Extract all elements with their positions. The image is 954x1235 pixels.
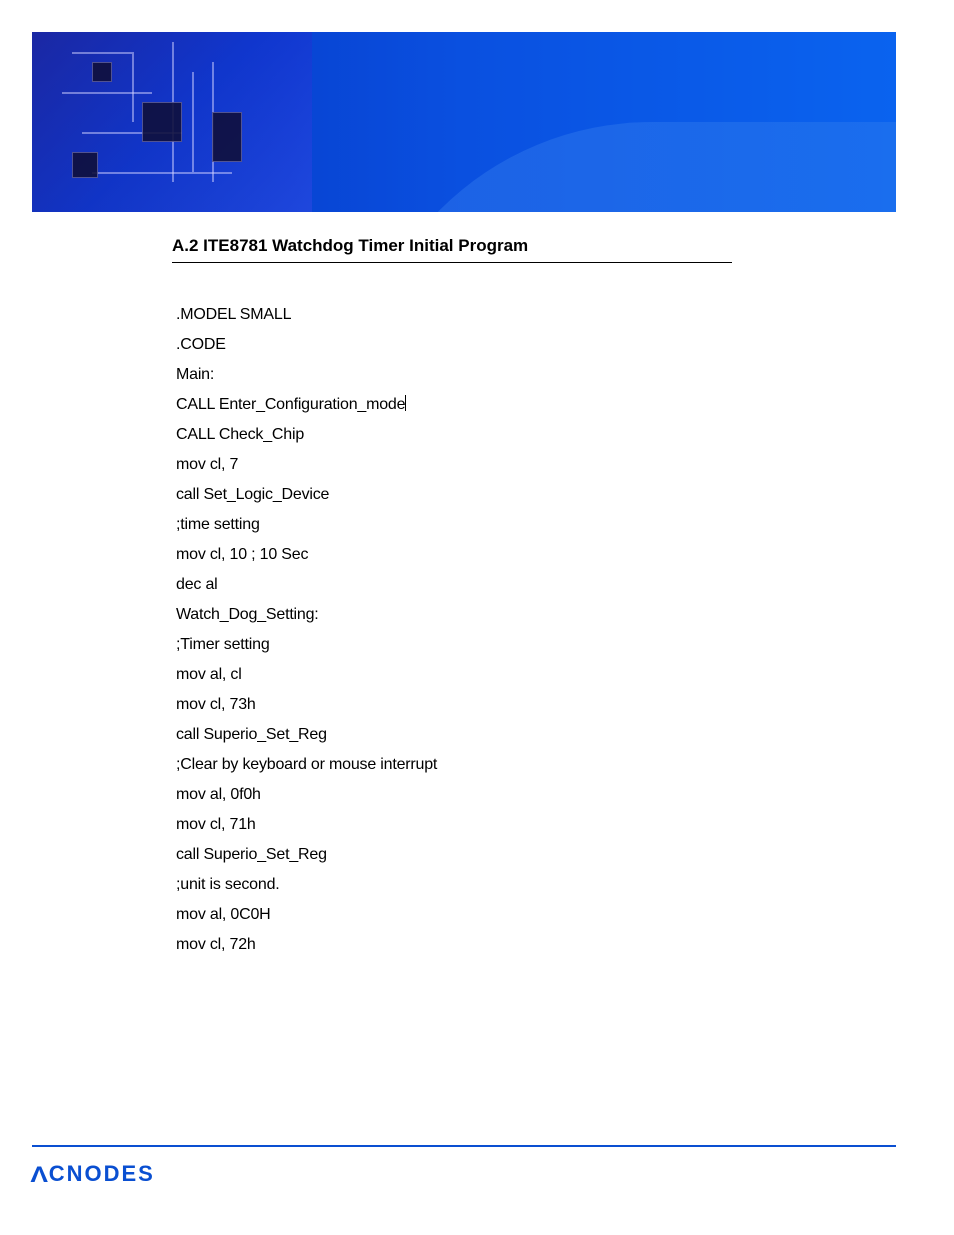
code-line: mov al, cl: [176, 660, 437, 690]
code-line: mov cl, 73h: [176, 690, 437, 720]
code-line: Watch_Dog_Setting:: [176, 600, 437, 630]
code-line: CALL Enter_Configuration_mode: [176, 390, 437, 420]
code-line: mov cl, 10 ; 10 Sec: [176, 540, 437, 570]
code-line: dec al: [176, 570, 437, 600]
code-line: mov al, 0f0h: [176, 780, 437, 810]
section-heading: A.2 ITE8781 Watchdog Timer Initial Progr…: [172, 236, 732, 263]
code-line: mov cl, 7: [176, 450, 437, 480]
code-line: Main:: [176, 360, 437, 390]
code-line: CALL Check_Chip: [176, 420, 437, 450]
banner-curve: [352, 122, 896, 212]
logo-text: CNODES: [49, 1161, 155, 1186]
code-line: ;time setting: [176, 510, 437, 540]
logo-caret-icon: Λ: [30, 1162, 50, 1188]
code-line: mov cl, 71h: [176, 810, 437, 840]
code-line: call Set_Logic_Device: [176, 480, 437, 510]
code-line: ;Clear by keyboard or mouse interrupt: [176, 750, 437, 780]
code-listing: .MODEL SMALL.CODEMain:CALL Enter_Configu…: [176, 300, 437, 960]
footer-rule: [32, 1145, 896, 1147]
code-line: call Superio_Set_Reg: [176, 840, 437, 870]
code-line: .MODEL SMALL: [176, 300, 437, 330]
footer-logo: ΛCNODES: [32, 1161, 155, 1187]
code-line: call Superio_Set_Reg: [176, 720, 437, 750]
code-line: ;unit is second.: [176, 870, 437, 900]
code-line: mov al, 0C0H: [176, 900, 437, 930]
banner-pcb-art: [32, 32, 312, 212]
header-banner: [32, 32, 896, 212]
code-line: ;Timer setting: [176, 630, 437, 660]
text-cursor: [405, 395, 406, 411]
code-line: .CODE: [176, 330, 437, 360]
code-line: mov cl, 72h: [176, 930, 437, 960]
